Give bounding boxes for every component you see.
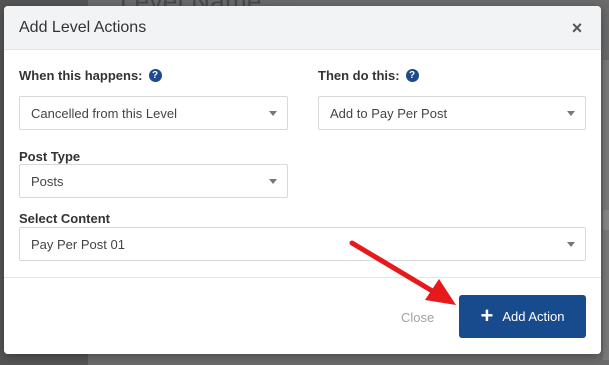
- close-icon[interactable]: ×: [568, 19, 586, 37]
- when-select[interactable]: Cancelled from this Level: [19, 96, 288, 130]
- plus-icon: +: [480, 302, 494, 328]
- when-label: When this happens:: [19, 68, 143, 83]
- add-level-actions-modal: Add Level Actions × When this happens: ?…: [4, 6, 601, 354]
- content-select[interactable]: Pay Per Post 01: [19, 227, 586, 261]
- content-select-value: Pay Per Post 01: [31, 236, 125, 252]
- help-icon[interactable]: ?: [405, 69, 419, 82]
- post-type-select-value: Posts: [31, 173, 64, 189]
- then-label-row: Then do this: ?: [318, 68, 419, 83]
- chevron-down-icon: [269, 110, 277, 116]
- when-select-value: Cancelled from this Level: [31, 105, 177, 121]
- modal-header: Add Level Actions ×: [4, 6, 601, 50]
- post-type-label-row: Post Type: [19, 149, 80, 164]
- then-label: Then do this:: [318, 68, 400, 83]
- post-type-label: Post Type: [19, 149, 81, 164]
- add-action-label: Add Action: [502, 309, 565, 324]
- content-label: Select Content: [19, 211, 111, 226]
- add-action-button[interactable]: + Add Action: [459, 295, 586, 338]
- background-tab-edge: [603, 210, 609, 230]
- close-button[interactable]: Close: [401, 310, 434, 325]
- modal-title: Add Level Actions: [19, 18, 147, 36]
- then-select-value: Add to Pay Per Post: [330, 105, 448, 121]
- chevron-down-icon: [567, 241, 575, 247]
- help-icon[interactable]: ?: [148, 69, 162, 82]
- then-select[interactable]: Add to Pay Per Post: [318, 96, 586, 130]
- chevron-down-icon: [269, 178, 277, 184]
- post-type-select[interactable]: Posts: [19, 164, 288, 198]
- content-label-row: Select Content: [19, 211, 110, 226]
- when-label-row: When this happens: ?: [19, 68, 162, 83]
- chevron-down-icon: [567, 110, 575, 116]
- modal-footer: Close + Add Action: [4, 277, 601, 354]
- modal-body: When this happens: ? Cancelled from this…: [4, 50, 601, 278]
